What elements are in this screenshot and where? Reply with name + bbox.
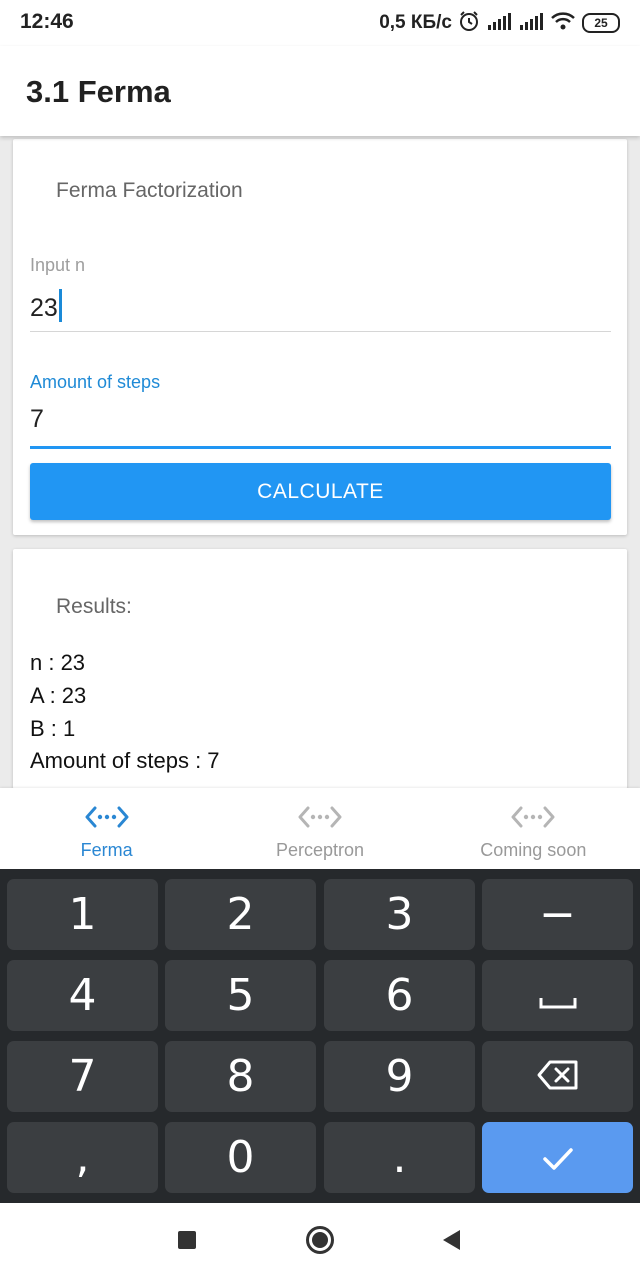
tab-label: Ferma [80, 840, 133, 860]
calculate-button[interactable]: CALCULATE [30, 463, 611, 520]
home-button[interactable] [305, 1225, 335, 1260]
wifi-icon [550, 11, 576, 36]
key-5[interactable]: 5 [165, 960, 316, 1031]
text-caret [58, 289, 62, 322]
factorization-card: Ferma Factorization Input n 23 Amount of… [13, 139, 627, 535]
recent-apps-button[interactable] [172, 1227, 202, 1257]
key-8[interactable]: 8 [165, 1041, 316, 1112]
code-arrows-icon [511, 804, 555, 830]
key-done[interactable] [482, 1122, 633, 1193]
input-n-label: Input n [30, 255, 86, 275]
tab-coming-soon[interactable]: Coming soon [427, 788, 640, 869]
page-title: 3.1 Ferma [26, 74, 171, 109]
result-steps: Amount of steps : 7 [30, 748, 220, 773]
key-space[interactable] [482, 960, 633, 1031]
steps-label: Amount of steps [30, 372, 161, 392]
tab-ferma[interactable]: Ferma [0, 788, 213, 869]
checkmark-icon [541, 1132, 575, 1183]
result-b: B : 1 [30, 716, 76, 741]
signal-icon [518, 11, 544, 36]
net-speed: 0,5 КБ/с [379, 12, 452, 33]
battery-icon: 25 [582, 13, 620, 33]
key-1[interactable]: 1 [7, 879, 158, 950]
key-9[interactable]: 9 [324, 1041, 475, 1112]
back-button[interactable] [436, 1227, 466, 1257]
result-n: n : 23 [30, 650, 86, 675]
key-4[interactable]: 4 [7, 960, 158, 1031]
steps-underline [30, 446, 611, 449]
code-arrows-icon [85, 804, 129, 830]
results-card: Results: n : 23 A : 23 B : 1 Amount of s… [13, 549, 627, 789]
key-7[interactable]: 7 [7, 1041, 158, 1112]
key-3[interactable]: 3 [324, 879, 475, 950]
key-6[interactable]: 6 [324, 960, 475, 1031]
system-navigation-bar [0, 1203, 640, 1280]
input-n-value: 23 [30, 294, 58, 322]
key-backspace[interactable] [482, 1041, 633, 1112]
status-icons: 0,5 КБ/с 25 [379, 10, 620, 36]
status-bar: 12:46 0,5 КБ/с 25 [0, 0, 640, 46]
tab-perceptron[interactable]: Perceptron [213, 788, 426, 869]
tab-label: Perceptron [275, 840, 365, 860]
space-icon [538, 970, 578, 1021]
steps-field[interactable]: 7 [30, 405, 44, 434]
input-n-field[interactable]: 23 [30, 289, 62, 323]
back-triangle-icon [440, 1228, 462, 1257]
key-comma[interactable]: , [7, 1122, 158, 1193]
bottom-navigation: Ferma Perceptron Coming soon [0, 788, 640, 869]
square-icon [177, 1230, 197, 1255]
alarm-icon [458, 10, 480, 37]
tab-label: Coming soon [480, 840, 587, 860]
results-title: Results: [56, 595, 132, 618]
card-title: Ferma Factorization [56, 179, 243, 202]
key-dot[interactable]: . [324, 1122, 475, 1193]
numeric-keyboard: 1 2 3 − 4 5 6 7 8 9 , 0 . [0, 869, 640, 1203]
key-0[interactable]: 0 [165, 1122, 316, 1193]
backspace-icon [536, 1051, 580, 1102]
app-bar: 3.1 Ferma [0, 46, 640, 136]
code-arrows-icon [298, 804, 342, 830]
home-circle-icon [305, 1225, 335, 1260]
status-time: 12:46 [20, 10, 74, 33]
key-2[interactable]: 2 [165, 879, 316, 950]
result-a: A : 23 [30, 683, 87, 708]
input-n-underline [30, 331, 611, 332]
signal-icon [486, 11, 512, 36]
key-minus[interactable]: − [482, 879, 633, 950]
